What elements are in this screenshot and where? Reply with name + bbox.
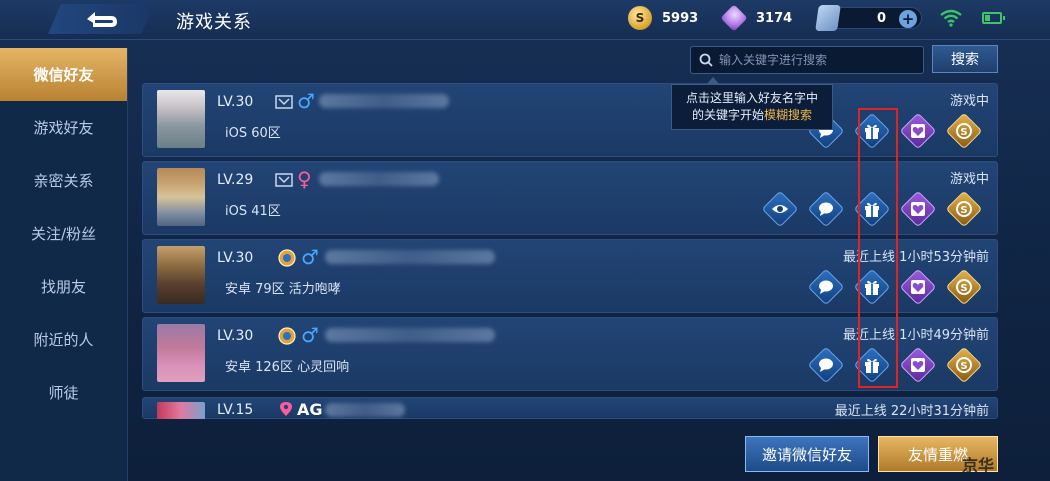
page-title: 游戏关系 — [176, 12, 252, 33]
server-label: iOS 41区 — [225, 204, 281, 219]
tooltip-line2: 的关键字开始模糊搜索 — [691, 108, 813, 122]
intimacy-button[interactable] — [899, 346, 937, 384]
avatar[interactable] — [157, 246, 205, 304]
svg-text:S: S — [960, 283, 967, 294]
sidebar-item-find-friends[interactable]: 找朋友 — [0, 260, 127, 313]
wifi-icon — [940, 9, 962, 27]
level-label: LV.15 — [217, 402, 254, 418]
online-status: 游戏中 — [949, 94, 989, 109]
gold-value: 5993 — [662, 10, 699, 26]
gold-coin-icon: S — [628, 6, 652, 30]
search-input[interactable] — [719, 53, 919, 67]
svg-text:S: S — [960, 127, 967, 138]
blurred-name — [325, 328, 495, 342]
heart-card-icon — [911, 358, 925, 372]
rank-emblem-icon — [278, 327, 296, 345]
avatar[interactable] — [157, 402, 205, 419]
gender-male-icon: ♂ — [297, 89, 315, 113]
level-label: LV.30 — [217, 328, 254, 344]
level-label: LV.30 — [217, 94, 254, 110]
gold-coin-icon: S — [956, 201, 972, 217]
chat-button[interactable] — [807, 268, 845, 306]
sidebar-item-follow-fans[interactable]: 关注/粉丝 — [0, 207, 127, 260]
search-icon — [699, 53, 713, 67]
watermark: 京华 — [962, 456, 995, 475]
back-arrow-icon — [87, 12, 117, 27]
intimacy-button[interactable] — [899, 268, 937, 306]
friend-row[interactable]: LV.15 AG 最近上线 22小时31分钟前 — [142, 397, 998, 419]
svg-text:S: S — [960, 361, 967, 372]
avatar[interactable] — [157, 168, 205, 226]
gold-coin-icon: S — [956, 123, 972, 139]
gold-counter: S 5993 — [628, 6, 699, 30]
spectate-button[interactable] — [761, 190, 799, 228]
back-button[interactable] — [48, 4, 154, 34]
avatar[interactable] — [157, 324, 205, 382]
chat-bubble-icon — [819, 202, 833, 216]
search-tooltip: 点击这里输入好友名字中 的关键字开始模糊搜索 — [671, 77, 833, 130]
sidebar: 微信好友 游戏好友 亲密关系 关注/粉丝 找朋友 附近的人 师徒 — [0, 48, 128, 481]
intimacy-button[interactable] — [899, 190, 937, 228]
gold-coin-icon: S — [956, 279, 972, 295]
gold-coin-icon: S — [956, 357, 972, 373]
diamond-value: 3174 — [756, 10, 793, 26]
sidebar-item-mentor[interactable]: 师徒 — [0, 366, 127, 419]
rank-badge-icon — [275, 173, 293, 187]
blurred-name — [319, 172, 439, 186]
gender-male-icon: ♂ — [301, 323, 319, 347]
svg-text:S: S — [960, 205, 967, 216]
online-status: 最近上线 22小时31分钟前 — [834, 404, 989, 419]
coin-button[interactable]: S — [945, 190, 983, 228]
sidebar-item-nearby[interactable]: 附近的人 — [0, 313, 127, 366]
rank-emblem-icon — [278, 249, 296, 267]
chat-button[interactable] — [807, 346, 845, 384]
ticket-value: 0 — [877, 10, 887, 26]
friend-name: AG — [297, 400, 323, 419]
ticket-counter: 0 + — [815, 5, 922, 31]
search-button[interactable]: 搜索 — [932, 45, 998, 73]
sidebar-item-intimate[interactable]: 亲密关系 — [0, 154, 127, 207]
rank-badge-icon — [275, 95, 293, 109]
server-label: 安卓 126区 心灵回响 — [225, 360, 350, 375]
top-bar: 游戏关系 S 5993 3174 0 + — [0, 0, 1050, 40]
level-label: LV.30 — [217, 250, 254, 266]
level-label: LV.29 — [217, 172, 254, 188]
chat-bubble-icon — [819, 280, 833, 294]
chat-button[interactable] — [807, 190, 845, 228]
tooltip-line1: 点击这里输入好友名字中 — [685, 91, 818, 105]
heart-card-icon — [911, 202, 925, 216]
blurred-name — [319, 94, 449, 108]
blurred-name — [325, 403, 405, 417]
intimacy-button[interactable] — [899, 112, 937, 150]
coin-button[interactable]: S — [945, 346, 983, 384]
highlight-box — [858, 108, 898, 388]
gender-male-icon: ♂ — [301, 245, 319, 269]
diamond-counter: 3174 — [720, 4, 793, 32]
coin-button[interactable]: S — [945, 112, 983, 150]
online-status: 游戏中 — [949, 172, 989, 187]
sidebar-item-game-friends[interactable]: 游戏好友 — [0, 101, 127, 154]
search-field[interactable] — [690, 46, 924, 74]
heart-card-icon — [911, 280, 925, 294]
chat-bubble-icon — [819, 358, 833, 372]
invite-wechat-friends-button[interactable]: 邀请微信好友 — [745, 436, 869, 472]
location-pin-icon — [280, 402, 292, 416]
server-label: iOS 60区 — [225, 126, 281, 141]
tooltip-highlight: 模糊搜索 — [764, 108, 813, 122]
sidebar-item-wechat-friends[interactable]: 微信好友 — [0, 48, 127, 101]
server-label: 安卓 79区 活力咆哮 — [225, 282, 341, 297]
blurred-name — [325, 250, 495, 264]
avatar[interactable] — [157, 90, 205, 148]
add-ticket-button[interactable]: + — [899, 10, 917, 28]
heart-card-icon — [911, 124, 925, 138]
ticket-icon — [815, 5, 841, 31]
diamond-icon — [720, 4, 748, 32]
eye-icon — [772, 205, 788, 213]
battery-icon — [982, 12, 1005, 24]
coin-button[interactable]: S — [945, 268, 983, 306]
gender-female-icon: ♀ — [297, 167, 312, 191]
